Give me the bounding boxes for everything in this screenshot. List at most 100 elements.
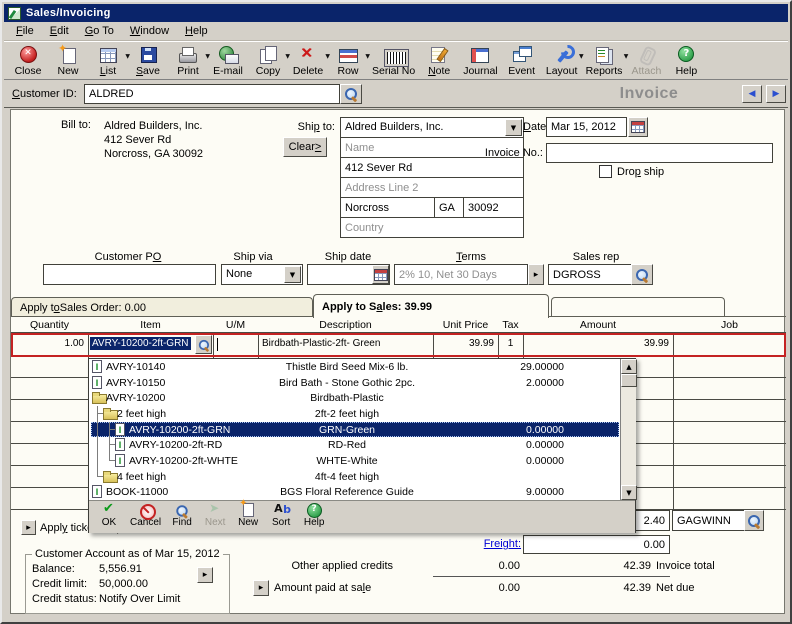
invoice-no-input[interactable] [546, 143, 773, 163]
menu-go-to[interactable]: Go To [77, 23, 122, 39]
list-item-4-feet-high[interactable]: 4 feet high4ft-4 feet high [89, 469, 620, 485]
date-input[interactable]: Mar 15, 2012 [546, 117, 627, 137]
toolbar-label: Help [670, 65, 702, 77]
ship-address2-field[interactable]: Address Line 2 [340, 177, 524, 198]
button-label: OK [102, 517, 116, 528]
freight-link[interactable]: Freight: [451, 538, 521, 550]
menu-help[interactable]: Help [177, 23, 216, 39]
button-label: Help [304, 517, 325, 528]
toolbar-copy-button[interactable]: ▼Copy [248, 44, 288, 77]
help-button[interactable]: Help [302, 503, 326, 528]
toolbar-save-button[interactable]: Save [128, 44, 168, 77]
list-item-2-feet-high[interactable]: 2 feet high2ft-2 feet high [89, 406, 620, 422]
quantity-cell[interactable]: 1.00 [11, 333, 84, 349]
freight-amount-cell[interactable]: 0.00 [523, 535, 670, 554]
ship-address1-field[interactable]: 412 Sever Rd [340, 157, 524, 178]
toolbar-reports-button[interactable]: ▼Reports [582, 44, 627, 77]
toolbar-layout-button[interactable]: ▼Layout [542, 44, 582, 77]
scrollbar[interactable]: ▲ ▼ [620, 359, 636, 500]
next-record-button[interactable]: ▶ [766, 85, 786, 103]
ship-date-calendar-button[interactable] [372, 265, 389, 284]
toolbar-list-button[interactable]: ▼List [88, 44, 128, 77]
ship-state-field[interactable]: GA [434, 197, 464, 218]
list-item-avry-10200[interactable]: AVRY-10200Birdbath-Plastic [89, 390, 620, 406]
amount-cell[interactable]: 39.99 [523, 333, 669, 349]
toolbar-label: Row [332, 65, 364, 77]
toolbar-label: Journal [463, 65, 497, 77]
list-item-avry-10140[interactable]: AVRY-10140Thistle Bird Seed Mix-6 lb.29.… [89, 359, 620, 375]
previous-record-button[interactable]: ◀ [742, 85, 762, 103]
terms-input[interactable]: 2% 10, Net 30 Days [394, 264, 528, 285]
list-icon [97, 45, 119, 65]
item-icon [115, 438, 125, 451]
date-calendar-button[interactable] [628, 117, 648, 137]
list-item-avry-10200-2ft-grn[interactable]: AVRY-10200-2ft-GRNGRN-Green0.00000 [89, 422, 620, 438]
menu-window[interactable]: Window [122, 23, 177, 39]
scrollbar-down-button[interactable]: ▼ [621, 485, 637, 500]
toolbar-e-mail-button[interactable]: E-mail [208, 44, 248, 77]
item-lookup-button[interactable] [195, 335, 212, 354]
tax-cell[interactable]: 1 [498, 333, 523, 349]
toolbar-help-button[interactable]: Help [666, 44, 706, 77]
customer-id-lookup-button[interactable] [340, 84, 362, 104]
chevron-down-icon[interactable]: ▼ [284, 266, 301, 283]
toolbar-label: Event [506, 65, 538, 77]
toolbar-row-button[interactable]: ▼Row [328, 44, 368, 77]
title-bar: Sales/Invoicing [4, 4, 788, 22]
description-cell[interactable]: Birdbath-Plastic-2ft- Green [262, 333, 432, 349]
apply-tickets-button[interactable]: ▸ [21, 520, 36, 535]
button-label: Sort [272, 517, 290, 528]
find-button[interactable]: Find [170, 503, 194, 528]
ok-button[interactable]: OK [97, 503, 121, 528]
tab-apply-sales[interactable]: Apply to Sales: 39.99 [313, 294, 549, 318]
list-item-avry-10200-2ft-whte[interactable]: AVRY-10200-2ft-WHTEWHTE-White0.00000 [89, 453, 620, 469]
menu-edit[interactable]: Edit [42, 23, 77, 39]
calendar-icon [631, 121, 645, 133]
toolbar-note-button[interactable]: Note [419, 44, 459, 77]
credit-status-value: Notify Over Limit [99, 593, 180, 605]
toolbar-delete-button[interactable]: ▼Delete [288, 44, 328, 77]
list-item-avry-10150[interactable]: AVRY-10150Bird Bath - Stone Gothic 2pc.2… [89, 375, 620, 391]
toolbar-label: Print [172, 65, 204, 77]
ship-to-select[interactable]: Aldred Builders, Inc. ▼ [340, 117, 524, 138]
new-icon [57, 45, 79, 65]
item-quantity: 0.00000 [484, 424, 564, 436]
ship-via-label: Ship via [213, 251, 293, 263]
list-item-book-11000[interactable]: BOOK-11000BGS Floral Reference Guide9.00… [89, 484, 620, 500]
customer-id-input[interactable]: ALDRED [84, 84, 340, 104]
drop-ship-checkbox[interactable] [599, 165, 612, 178]
sort-button[interactable]: Sort [269, 503, 293, 528]
terms-expand-button[interactable]: ▸ [528, 264, 544, 285]
sales-tax-lookup-button[interactable] [744, 510, 764, 531]
toolbar-print-button[interactable]: ▼Print [168, 44, 208, 77]
toolbar-new-button[interactable]: New [48, 44, 88, 77]
menu-file[interactable]: File [8, 23, 42, 39]
tab-apply-sales-order[interactable]: Apply to Sales Order: 0.00 [11, 297, 313, 317]
sales-tax-code-field[interactable]: GAGWINN [672, 510, 745, 531]
toolbar-close-button[interactable]: Close [8, 44, 48, 77]
ship-via-select[interactable]: None ▼ [221, 264, 303, 285]
toolbar-serial-no-button[interactable]: Serial No [368, 44, 419, 77]
scrollbar-thumb[interactable] [621, 374, 637, 387]
toolbar-journal-button[interactable]: Journal [459, 44, 501, 77]
unit-price-cell[interactable]: 39.99 [433, 333, 494, 349]
toolbar-event-button[interactable]: Event [502, 44, 542, 77]
ship-zip-field[interactable]: 30092 [463, 197, 524, 218]
amount-paid-button[interactable]: ▸ [253, 580, 269, 596]
cancel-button[interactable]: Cancel [130, 503, 161, 528]
list-item-avry-10200-2ft-rd[interactable]: AVRY-10200-2ft-RDRD-Red0.00000 [89, 437, 620, 453]
item-cell[interactable]: AVRY-10200-2ft-GRN [90, 337, 191, 349]
ship-city-field[interactable]: Norcross [340, 197, 435, 218]
new-button[interactable]: New [236, 503, 260, 528]
chevron-down-icon[interactable]: ▼ [505, 119, 522, 136]
col-header-job: Job [673, 319, 786, 333]
scrollbar-up-button[interactable]: ▲ [621, 359, 637, 374]
account-detail-button[interactable]: ▸ [197, 567, 213, 583]
sales-rep-lookup-button[interactable] [631, 264, 653, 285]
invoice-no-label: Invoice No.: [473, 147, 543, 159]
item-id: AVRY-10200 [106, 392, 165, 404]
ship-country-field[interactable]: Country [340, 217, 524, 238]
sales-rep-input[interactable]: DGROSS [548, 264, 632, 285]
customer-po-input[interactable] [43, 264, 216, 285]
clear-button[interactable]: Clear > [283, 137, 327, 157]
